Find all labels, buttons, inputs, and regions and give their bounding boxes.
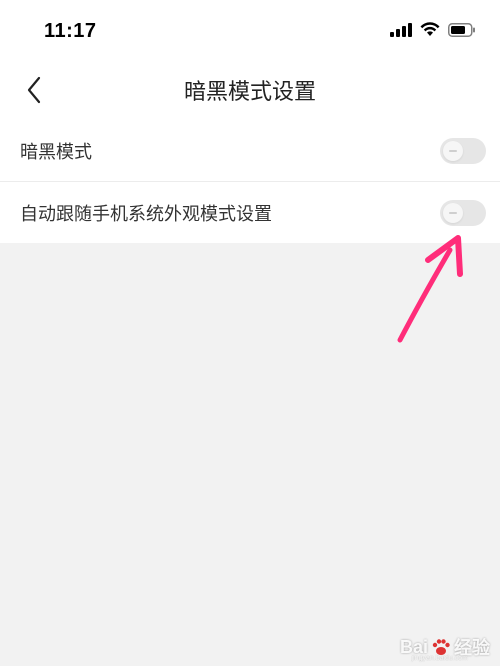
watermark-sub: jingyan.baidu.com bbox=[411, 655, 468, 662]
setting-label: 自动跟随手机系统外观模式设置 bbox=[20, 203, 272, 225]
nav-bar: 暗黑模式设置 bbox=[0, 60, 500, 120]
status-icons bbox=[390, 22, 476, 37]
battery-icon bbox=[448, 22, 475, 37]
toggle-knob bbox=[443, 140, 463, 161]
page-title: 暗黑模式设置 bbox=[183, 80, 316, 105]
setting-row-dark-mode: 暗黑模式 bbox=[0, 120, 500, 181]
toggle-off-indicator bbox=[449, 211, 457, 214]
cellular-signal-icon bbox=[390, 22, 412, 37]
dark-mode-toggle[interactable] bbox=[440, 137, 486, 164]
toggle-off-indicator bbox=[449, 149, 457, 152]
watermark: Bai 经验 jingyan.baidu.com bbox=[400, 634, 490, 663]
wifi-icon bbox=[420, 22, 440, 36]
status-bar: 11:17 bbox=[0, 0, 500, 60]
status-time: 11:17 bbox=[44, 20, 97, 42]
annotation-arrow bbox=[397, 235, 463, 343]
setting-label: 暗黑模式 bbox=[20, 141, 92, 163]
